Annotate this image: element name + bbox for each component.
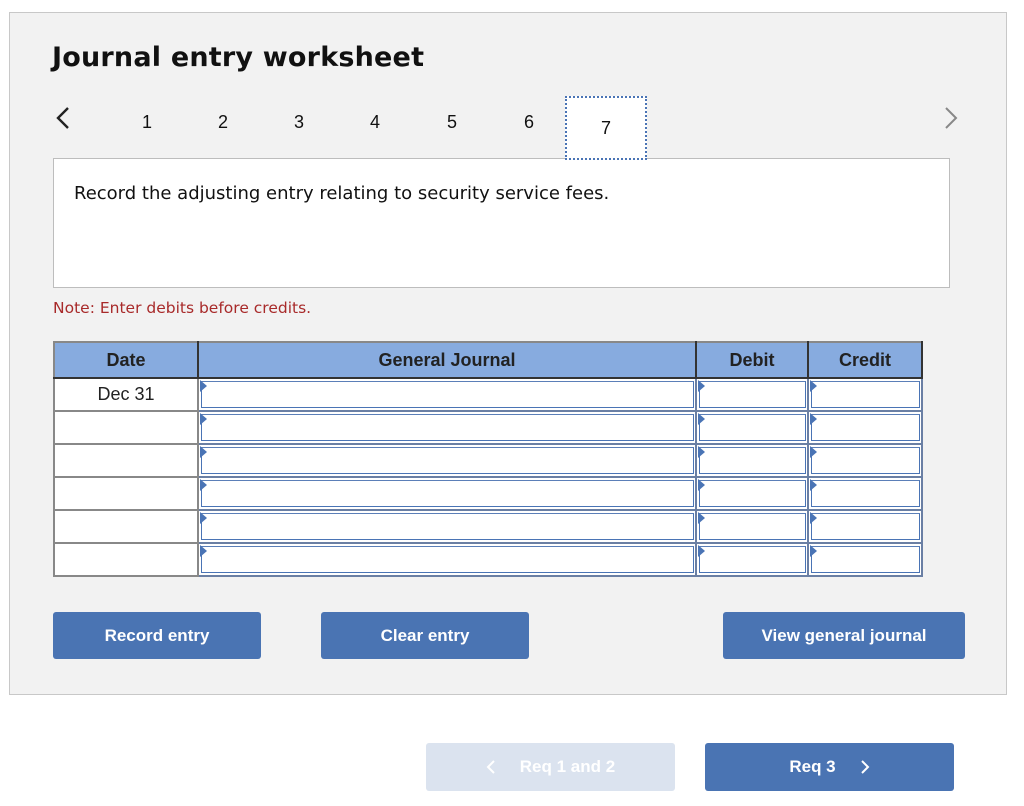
dropdown-marker-icon — [810, 545, 817, 557]
debit-input[interactable] — [699, 381, 806, 408]
dropdown-marker-icon — [200, 479, 207, 491]
credit-cell — [807, 542, 923, 577]
next-requirement-button[interactable]: Req 3 — [705, 743, 954, 791]
date-cell[interactable] — [53, 410, 199, 445]
dropdown-marker-icon — [200, 380, 207, 392]
credit-input[interactable] — [811, 381, 920, 408]
debit-cell — [695, 509, 809, 544]
journal-row — [53, 443, 923, 478]
debit-input[interactable] — [699, 480, 806, 507]
prev-requirement-label: Req 1 and 2 — [519, 757, 616, 776]
record-entry-button[interactable]: Record entry — [53, 612, 261, 659]
account-cell — [197, 377, 697, 412]
credit-cell — [807, 377, 923, 412]
prev-requirement-button[interactable]: Req 1 and 2 — [426, 743, 675, 791]
dropdown-marker-icon — [810, 413, 817, 425]
chevron-right-icon — [860, 759, 870, 775]
worksheet-title: Journal entry worksheet — [52, 42, 425, 73]
dropdown-marker-icon — [698, 413, 705, 425]
dropdown-marker-icon — [698, 479, 705, 491]
dropdown-marker-icon — [200, 545, 207, 557]
account-cell — [197, 476, 697, 511]
journal-row — [53, 476, 923, 511]
journal-table: Date General Journal Debit Credit Dec 31 — [53, 341, 923, 577]
header-debit: Debit — [695, 341, 809, 379]
tab-entry-4[interactable]: 4 — [360, 112, 390, 133]
journal-header-row: Date General Journal Debit Credit — [53, 341, 923, 379]
credit-cell — [807, 509, 923, 544]
account-input[interactable] — [201, 447, 694, 474]
debit-cell — [695, 476, 809, 511]
credit-input[interactable] — [811, 513, 920, 540]
account-input[interactable] — [201, 381, 694, 408]
account-input[interactable] — [201, 546, 694, 573]
view-general-journal-button[interactable]: View general journal — [723, 612, 965, 659]
chevron-left-icon — [486, 759, 496, 775]
credit-cell — [807, 410, 923, 445]
journal-row — [53, 509, 923, 544]
next-requirement-label: Req 3 — [789, 757, 836, 776]
journal-row: Dec 31 — [53, 377, 923, 412]
dropdown-marker-icon — [698, 545, 705, 557]
account-input[interactable] — [201, 480, 694, 507]
dropdown-marker-icon — [698, 380, 705, 392]
account-cell — [197, 443, 697, 478]
dropdown-marker-icon — [810, 446, 817, 458]
tab-entry-2[interactable]: 2 — [208, 112, 238, 133]
debit-input[interactable] — [699, 447, 806, 474]
journal-row — [53, 542, 923, 577]
chevron-right-icon — [945, 107, 958, 129]
note-text: Note: Enter debits before credits. — [53, 299, 312, 317]
account-input[interactable] — [201, 513, 694, 540]
dropdown-marker-icon — [698, 446, 705, 458]
journal-row — [53, 410, 923, 445]
tab-entry-5[interactable]: 5 — [437, 112, 467, 133]
header-credit: Credit — [807, 341, 923, 379]
credit-cell — [807, 476, 923, 511]
tab-entry-7-active[interactable]: 7 — [565, 96, 647, 160]
debit-input[interactable] — [699, 546, 806, 573]
debit-cell — [695, 542, 809, 577]
question-box: Record the adjusting entry relating to s… — [53, 158, 950, 288]
credit-input[interactable] — [811, 480, 920, 507]
debit-cell — [695, 377, 809, 412]
tab-entry-1[interactable]: 1 — [132, 112, 162, 133]
header-general-journal: General Journal — [197, 341, 697, 379]
next-entry-button[interactable] — [944, 106, 958, 130]
clear-entry-button[interactable]: Clear entry — [321, 612, 529, 659]
date-cell[interactable] — [53, 443, 199, 478]
prev-entry-button[interactable] — [56, 106, 70, 130]
debit-input[interactable] — [699, 513, 806, 540]
account-input[interactable] — [201, 414, 694, 441]
dropdown-marker-icon — [200, 512, 207, 524]
date-cell[interactable]: Dec 31 — [53, 377, 199, 412]
debit-cell — [695, 443, 809, 478]
credit-input[interactable] — [811, 546, 920, 573]
dropdown-marker-icon — [200, 413, 207, 425]
chevron-left-icon — [56, 107, 69, 129]
dropdown-marker-icon — [698, 512, 705, 524]
tab-entry-6[interactable]: 6 — [514, 112, 544, 133]
account-cell — [197, 509, 697, 544]
debit-input[interactable] — [699, 414, 806, 441]
date-cell[interactable] — [53, 476, 199, 511]
date-cell[interactable] — [53, 509, 199, 544]
credit-input[interactable] — [811, 414, 920, 441]
dropdown-marker-icon — [810, 512, 817, 524]
date-cell[interactable] — [53, 542, 199, 577]
dropdown-marker-icon — [810, 479, 817, 491]
account-cell — [197, 410, 697, 445]
credit-cell — [807, 443, 923, 478]
debit-cell — [695, 410, 809, 445]
dropdown-marker-icon — [200, 446, 207, 458]
header-date: Date — [53, 341, 199, 379]
tab-entry-3[interactable]: 3 — [284, 112, 314, 133]
credit-input[interactable] — [811, 447, 920, 474]
dropdown-marker-icon — [810, 380, 817, 392]
account-cell — [197, 542, 697, 577]
question-text: Record the adjusting entry relating to s… — [74, 183, 610, 204]
